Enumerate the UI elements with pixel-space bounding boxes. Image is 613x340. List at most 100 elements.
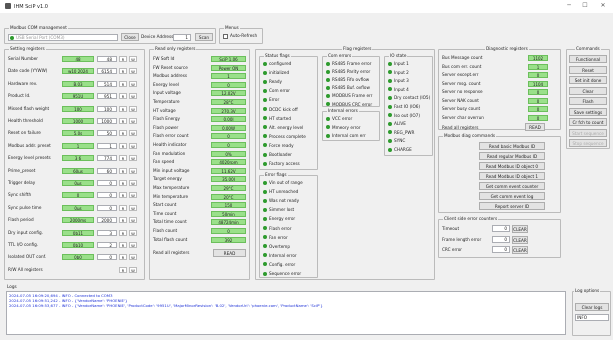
read-register-button[interactable]: R <box>119 204 127 211</box>
read-register-button[interactable]: R <box>119 229 127 236</box>
minimize-button[interactable]: ─ <box>562 2 576 11</box>
setting-input[interactable]: 2000 <box>97 217 117 224</box>
setting-input[interactable]: 0 <box>97 192 117 199</box>
setting-input[interactable]: 1000 <box>97 118 117 124</box>
setting-row: Sync shifth 0 0 R W <box>8 192 142 199</box>
write-register-button[interactable]: W <box>129 105 137 112</box>
write-register-button[interactable]: W <box>129 229 137 236</box>
diag-read-button[interactable]: READ <box>525 123 545 131</box>
read-register-button[interactable]: R <box>119 266 127 273</box>
clear-counter-button[interactable]: CLEAR <box>512 246 528 254</box>
close-port-button[interactable]: Close <box>121 33 139 41</box>
readonly-value: 12.02V <box>211 90 246 97</box>
read-register-button[interactable]: R <box>119 180 127 186</box>
modbus-diag-button[interactable]: Read Modbus ID object 0 <box>479 162 545 170</box>
ro-read-button[interactable]: READ <box>213 249 246 257</box>
setting-input[interactable]: 774 <box>97 155 117 162</box>
diag-row: Server NAK count 0 <box>442 97 559 105</box>
setting-input[interactable]: 0 <box>97 254 117 261</box>
write-register-button[interactable]: W <box>129 180 137 186</box>
read-register-button[interactable]: R <box>119 167 127 174</box>
read-register-button[interactable]: R <box>119 93 127 100</box>
write-register-button[interactable]: W <box>129 118 137 124</box>
write-register-button[interactable]: W <box>129 155 137 162</box>
clear-counter-button[interactable]: CLEAR <box>512 225 528 233</box>
modbus-diag-button[interactable]: Get comm event counter <box>479 182 545 190</box>
setting-label: R/W All registers <box>8 266 43 272</box>
command-button[interactable]: Cr fch to count <box>569 118 607 126</box>
readonly-value: 4020rpm <box>211 159 246 166</box>
setting-value: 5.0s <box>62 130 94 137</box>
command-button[interactable]: Functionnal <box>569 55 607 63</box>
write-register-button[interactable]: W <box>129 217 137 224</box>
modbus-diag-button[interactable]: Read Modbus ID object 1 <box>479 172 545 180</box>
device-address-input[interactable]: 1 <box>173 34 191 41</box>
write-register-button[interactable]: W <box>129 242 137 248</box>
close-window-button[interactable]: ✕ <box>596 2 610 11</box>
write-register-button[interactable]: W <box>129 80 137 87</box>
auto-refresh-checkbox[interactable] <box>223 34 228 39</box>
setting-input[interactable]: 48 <box>97 56 117 62</box>
read-register-button[interactable]: R <box>119 56 127 62</box>
modbus-diag-button[interactable]: Read regular Modbus ID <box>479 152 545 160</box>
com-port-select[interactable]: USB Serial Port (COM3) <box>8 34 118 41</box>
write-register-button[interactable]: W <box>129 130 137 137</box>
read-register-button[interactable]: R <box>119 217 127 224</box>
write-register-button[interactable]: W <box>129 93 137 100</box>
setting-input[interactable]: 0 <box>97 180 117 186</box>
readonly-label: Start count <box>153 202 177 208</box>
setting-input[interactable]: 60 <box>97 167 117 174</box>
modbus-diag-button[interactable]: Get comm event log <box>479 192 545 200</box>
write-register-button[interactable]: W <box>129 56 137 62</box>
setting-input[interactable]: 0 <box>97 204 117 211</box>
write-register-button[interactable]: W <box>129 254 137 261</box>
setting-input[interactable]: 2 <box>97 242 117 248</box>
setting-label: Prime_preset <box>8 167 36 173</box>
setting-input[interactable]: 50 <box>97 130 117 137</box>
flag-registers-group: Flag registers Status flags configured in… <box>255 46 435 280</box>
write-register-button[interactable]: W <box>129 266 137 273</box>
write-register-button[interactable]: W <box>129 167 137 174</box>
setting-input[interactable]: 514 <box>97 80 117 87</box>
client-error-label: Frame length error <box>442 236 482 242</box>
read-register-button[interactable]: R <box>119 80 127 87</box>
command-button[interactable]: Stop sequence <box>569 139 607 147</box>
command-button[interactable]: Flash <box>569 97 607 105</box>
write-register-button[interactable]: W <box>129 142 137 149</box>
command-button[interactable]: Set init done <box>569 76 607 84</box>
read-register-button[interactable]: R <box>119 105 127 112</box>
setting-input[interactable]: 100 <box>97 105 117 112</box>
read-register-button[interactable]: R <box>119 68 127 75</box>
clear-counter-button[interactable]: CLEAR <box>512 235 528 244</box>
write-register-button[interactable]: W <box>129 192 137 199</box>
maximize-button[interactable]: ☐ <box>578 2 592 11</box>
log-output[interactable]: 2024-07-05 16:09:20,694 - INFO - Connect… <box>6 291 566 335</box>
write-register-button[interactable]: W <box>129 68 137 75</box>
command-button[interactable]: Reset <box>569 65 607 74</box>
read-register-button[interactable]: R <box>119 130 127 137</box>
read-register-button[interactable]: R <box>119 155 127 162</box>
status-led-icon <box>388 87 392 92</box>
command-button[interactable]: Clear <box>569 86 607 95</box>
read-register-button[interactable]: R <box>119 142 127 149</box>
read-register-button[interactable]: R <box>119 118 127 124</box>
write-register-button[interactable]: W <box>129 204 137 211</box>
flag-item: RS485 Fifo ovflow <box>326 76 369 83</box>
read-register-button[interactable]: R <box>119 254 127 261</box>
com-port-value: USB Serial Port (COM3) <box>16 35 65 40</box>
log-level-select[interactable]: INFO <box>575 314 609 321</box>
modbus-diag-button[interactable]: Read basic Modbus ID <box>479 142 545 150</box>
read-register-button[interactable]: R <box>119 242 127 248</box>
setting-input[interactable]: 951 <box>97 93 117 100</box>
read-register-button[interactable]: R <box>119 192 127 199</box>
clear-logs-button[interactable]: Clear logs <box>575 303 609 311</box>
modbus-diag-button[interactable]: Report server ID <box>479 202 545 210</box>
setting-input[interactable]: 6154 <box>97 68 117 75</box>
com-errors-group: Com errors RS485 Frame error RS485 Parity… <box>322 53 380 107</box>
command-button[interactable]: Start sequence <box>569 128 607 137</box>
setting-input[interactable]: 3 <box>97 229 117 236</box>
command-button[interactable]: Save settings <box>569 107 607 116</box>
setting-input[interactable]: 1 <box>97 142 117 149</box>
flag-label: Input 1 <box>394 61 409 66</box>
scan-button[interactable]: Scan <box>195 33 213 41</box>
